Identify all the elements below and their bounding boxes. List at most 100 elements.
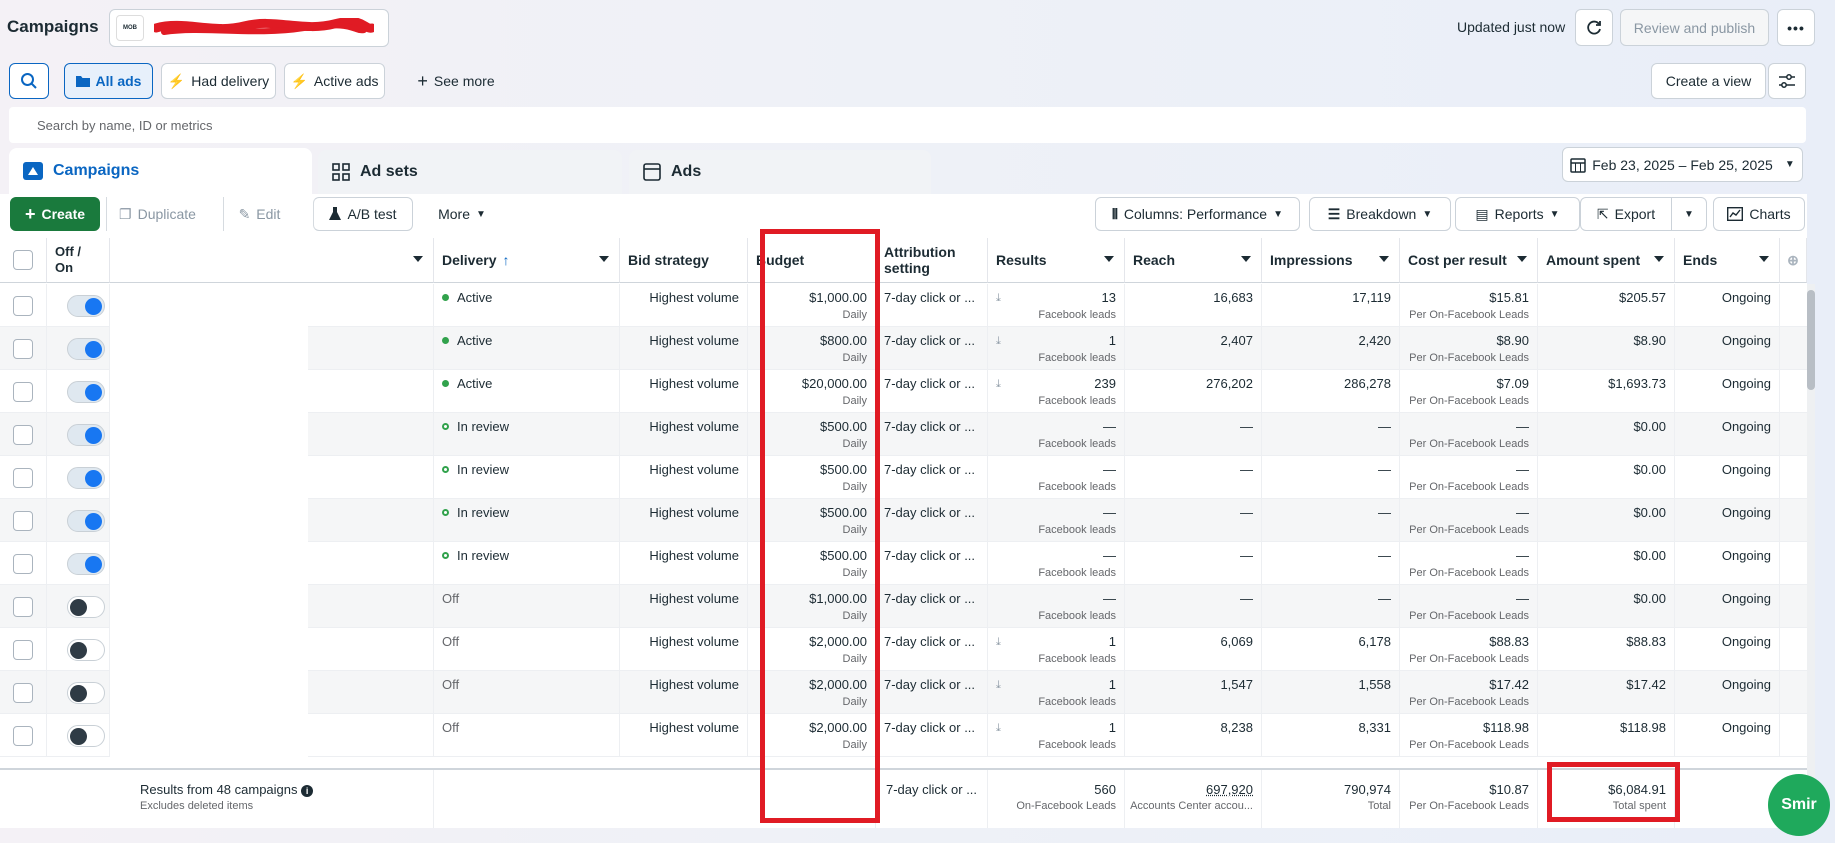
edit-label: Edit (256, 206, 281, 222)
col-campaign-name[interactable] (110, 238, 434, 283)
tab-ads[interactable]: Ads (629, 150, 931, 194)
col-reach[interactable]: Reach (1125, 238, 1262, 283)
bid-value: Highest volume (649, 505, 739, 520)
impr-cell: — (1262, 542, 1400, 585)
campaign-toggle[interactable] (67, 338, 105, 360)
campaign-toggle[interactable] (67, 553, 105, 575)
col-cost-per-result[interactable]: Cost per result (1400, 238, 1538, 283)
more-button[interactable]: More ▼ (427, 197, 497, 231)
row-checkbox[interactable] (13, 296, 33, 316)
reach-cell: 6,069 (1125, 628, 1262, 671)
row-select-cell (0, 671, 47, 714)
row-checkbox[interactable] (13, 554, 33, 574)
row-checkbox[interactable] (13, 597, 33, 617)
select-all-header (0, 238, 47, 283)
col-amount-spent[interactable]: Amount spent (1538, 238, 1675, 283)
col-impressions[interactable]: Impressions (1262, 238, 1400, 283)
spent-value: $118.98 (1619, 720, 1666, 735)
row-checkbox[interactable] (13, 382, 33, 402)
cpr-cell: $8.90 Per On-Facebook Leads (1400, 327, 1538, 370)
row-checkbox[interactable] (13, 726, 33, 746)
bid-cell: Highest volume (620, 456, 748, 499)
download-icon[interactable]: ⤓ (996, 636, 1001, 649)
col-off-on[interactable]: Off / On (47, 238, 110, 283)
cpr-subtext: Per On-Facebook Leads (1409, 395, 1529, 407)
cpr-subtext: Per On-Facebook Leads (1409, 352, 1529, 364)
row-checkbox[interactable] (13, 468, 33, 488)
had-delivery-filter[interactable]: ⚡ Had delivery (161, 63, 276, 99)
campaign-toggle[interactable] (67, 381, 105, 403)
campaign-toggle[interactable] (67, 596, 105, 618)
search-input[interactable] (9, 107, 1806, 143)
see-more-button[interactable]: + See more (396, 63, 516, 99)
attr-value: 7-day click or ... (884, 634, 976, 649)
smir-badge[interactable]: Smir (1768, 774, 1830, 836)
more-options-button[interactable]: ••• (1777, 9, 1815, 46)
col-results[interactable]: Results (988, 238, 1125, 283)
refresh-button[interactable] (1575, 9, 1613, 46)
results-subtext: Facebook leads (1038, 309, 1116, 321)
campaign-toggle[interactable] (67, 295, 105, 317)
download-icon[interactable]: ⤓ (996, 378, 1001, 391)
export-button[interactable]: ⇱ Export (1580, 197, 1672, 231)
results-value: — (1103, 548, 1116, 563)
review-publish-button[interactable]: Review and publish (1620, 9, 1769, 46)
ends-cell: Ongoing (1675, 370, 1780, 413)
create-view-button[interactable]: Create a view (1651, 63, 1766, 99)
date-range-picker[interactable]: Feb 23, 2025 – Feb 25, 2025 ▼ (1562, 147, 1803, 182)
bid-value: Highest volume (649, 462, 739, 477)
breakdown-dropdown[interactable]: ☰ Breakdown ▼ (1309, 197, 1451, 231)
tab-ad-sets[interactable]: Ad sets (318, 150, 622, 194)
filter-settings-button[interactable] (1768, 63, 1806, 99)
campaign-toggle[interactable] (67, 725, 105, 747)
impr-value: 17,119 (1352, 290, 1391, 305)
active-ads-filter[interactable]: ⚡ Active ads (284, 63, 385, 99)
campaign-toggle[interactable] (67, 424, 105, 446)
delivery-status-text: In review (457, 419, 510, 434)
export-options-button[interactable]: ▼ (1671, 197, 1707, 231)
account-selector[interactable]: MOB (109, 9, 389, 47)
row-checkbox[interactable] (13, 640, 33, 660)
search-toggle-button[interactable] (9, 63, 49, 99)
ab-test-button[interactable]: A/B test (313, 197, 413, 231)
scrollbar-thumb[interactable] (1807, 290, 1815, 390)
campaign-toggle[interactable] (67, 467, 105, 489)
add-column-icon[interactable]: ⊕ (1780, 238, 1807, 283)
campaign-name-column-redacted (110, 283, 308, 828)
bid-cell: Highest volume (620, 370, 748, 413)
download-icon[interactable]: ⤓ (996, 335, 1001, 348)
download-icon[interactable]: ⤓ (996, 292, 1001, 305)
columns-dropdown[interactable]: ⫴ Columns: Performance ▼ (1095, 197, 1300, 231)
footer-cpr: $10.87 Per On-Facebook Leads (1400, 770, 1538, 828)
row-checkbox[interactable] (13, 511, 33, 531)
select-all-checkbox[interactable] (13, 250, 33, 270)
row-checkbox[interactable] (13, 683, 33, 703)
col-attribution[interactable]: Attribution setting (876, 238, 988, 283)
row-checkbox[interactable] (13, 339, 33, 359)
col-ends[interactable]: Ends (1675, 238, 1780, 283)
create-button[interactable]: + Create (10, 197, 100, 231)
all-ads-filter[interactable]: All ads (64, 63, 153, 99)
reach-value: 16,683 (1213, 290, 1253, 305)
download-icon[interactable]: ⤓ (996, 679, 1001, 692)
campaign-toggle[interactable] (67, 639, 105, 661)
col-bid-strategy[interactable]: Bid strategy (620, 238, 748, 283)
delivery-cell: In review (434, 499, 620, 542)
cpr-cell: — Per On-Facebook Leads (1400, 542, 1538, 585)
duplicate-button[interactable]: ❐ Duplicate (106, 197, 208, 231)
tab-campaigns[interactable]: Campaigns (9, 148, 312, 194)
row-checkbox[interactable] (13, 425, 33, 445)
campaign-toggle[interactable] (67, 510, 105, 532)
campaign-toggle[interactable] (67, 682, 105, 704)
download-icon[interactable]: ⤓ (996, 722, 1001, 735)
bid-cell: Highest volume (620, 327, 748, 370)
chevron-down-icon: ▼ (476, 208, 486, 220)
cpr-subtext: Per On-Facebook Leads (1409, 481, 1529, 493)
results-value: — (1103, 419, 1116, 434)
reports-dropdown[interactable]: ▤ Reports ▼ (1455, 197, 1580, 231)
col-delivery[interactable]: Delivery ↑ (434, 238, 620, 283)
create-label: Create (41, 206, 86, 222)
attr-cell: 7-day click or ... (876, 542, 988, 585)
charts-button[interactable]: Charts (1713, 197, 1805, 231)
edit-button[interactable]: ✎ Edit (223, 197, 295, 231)
